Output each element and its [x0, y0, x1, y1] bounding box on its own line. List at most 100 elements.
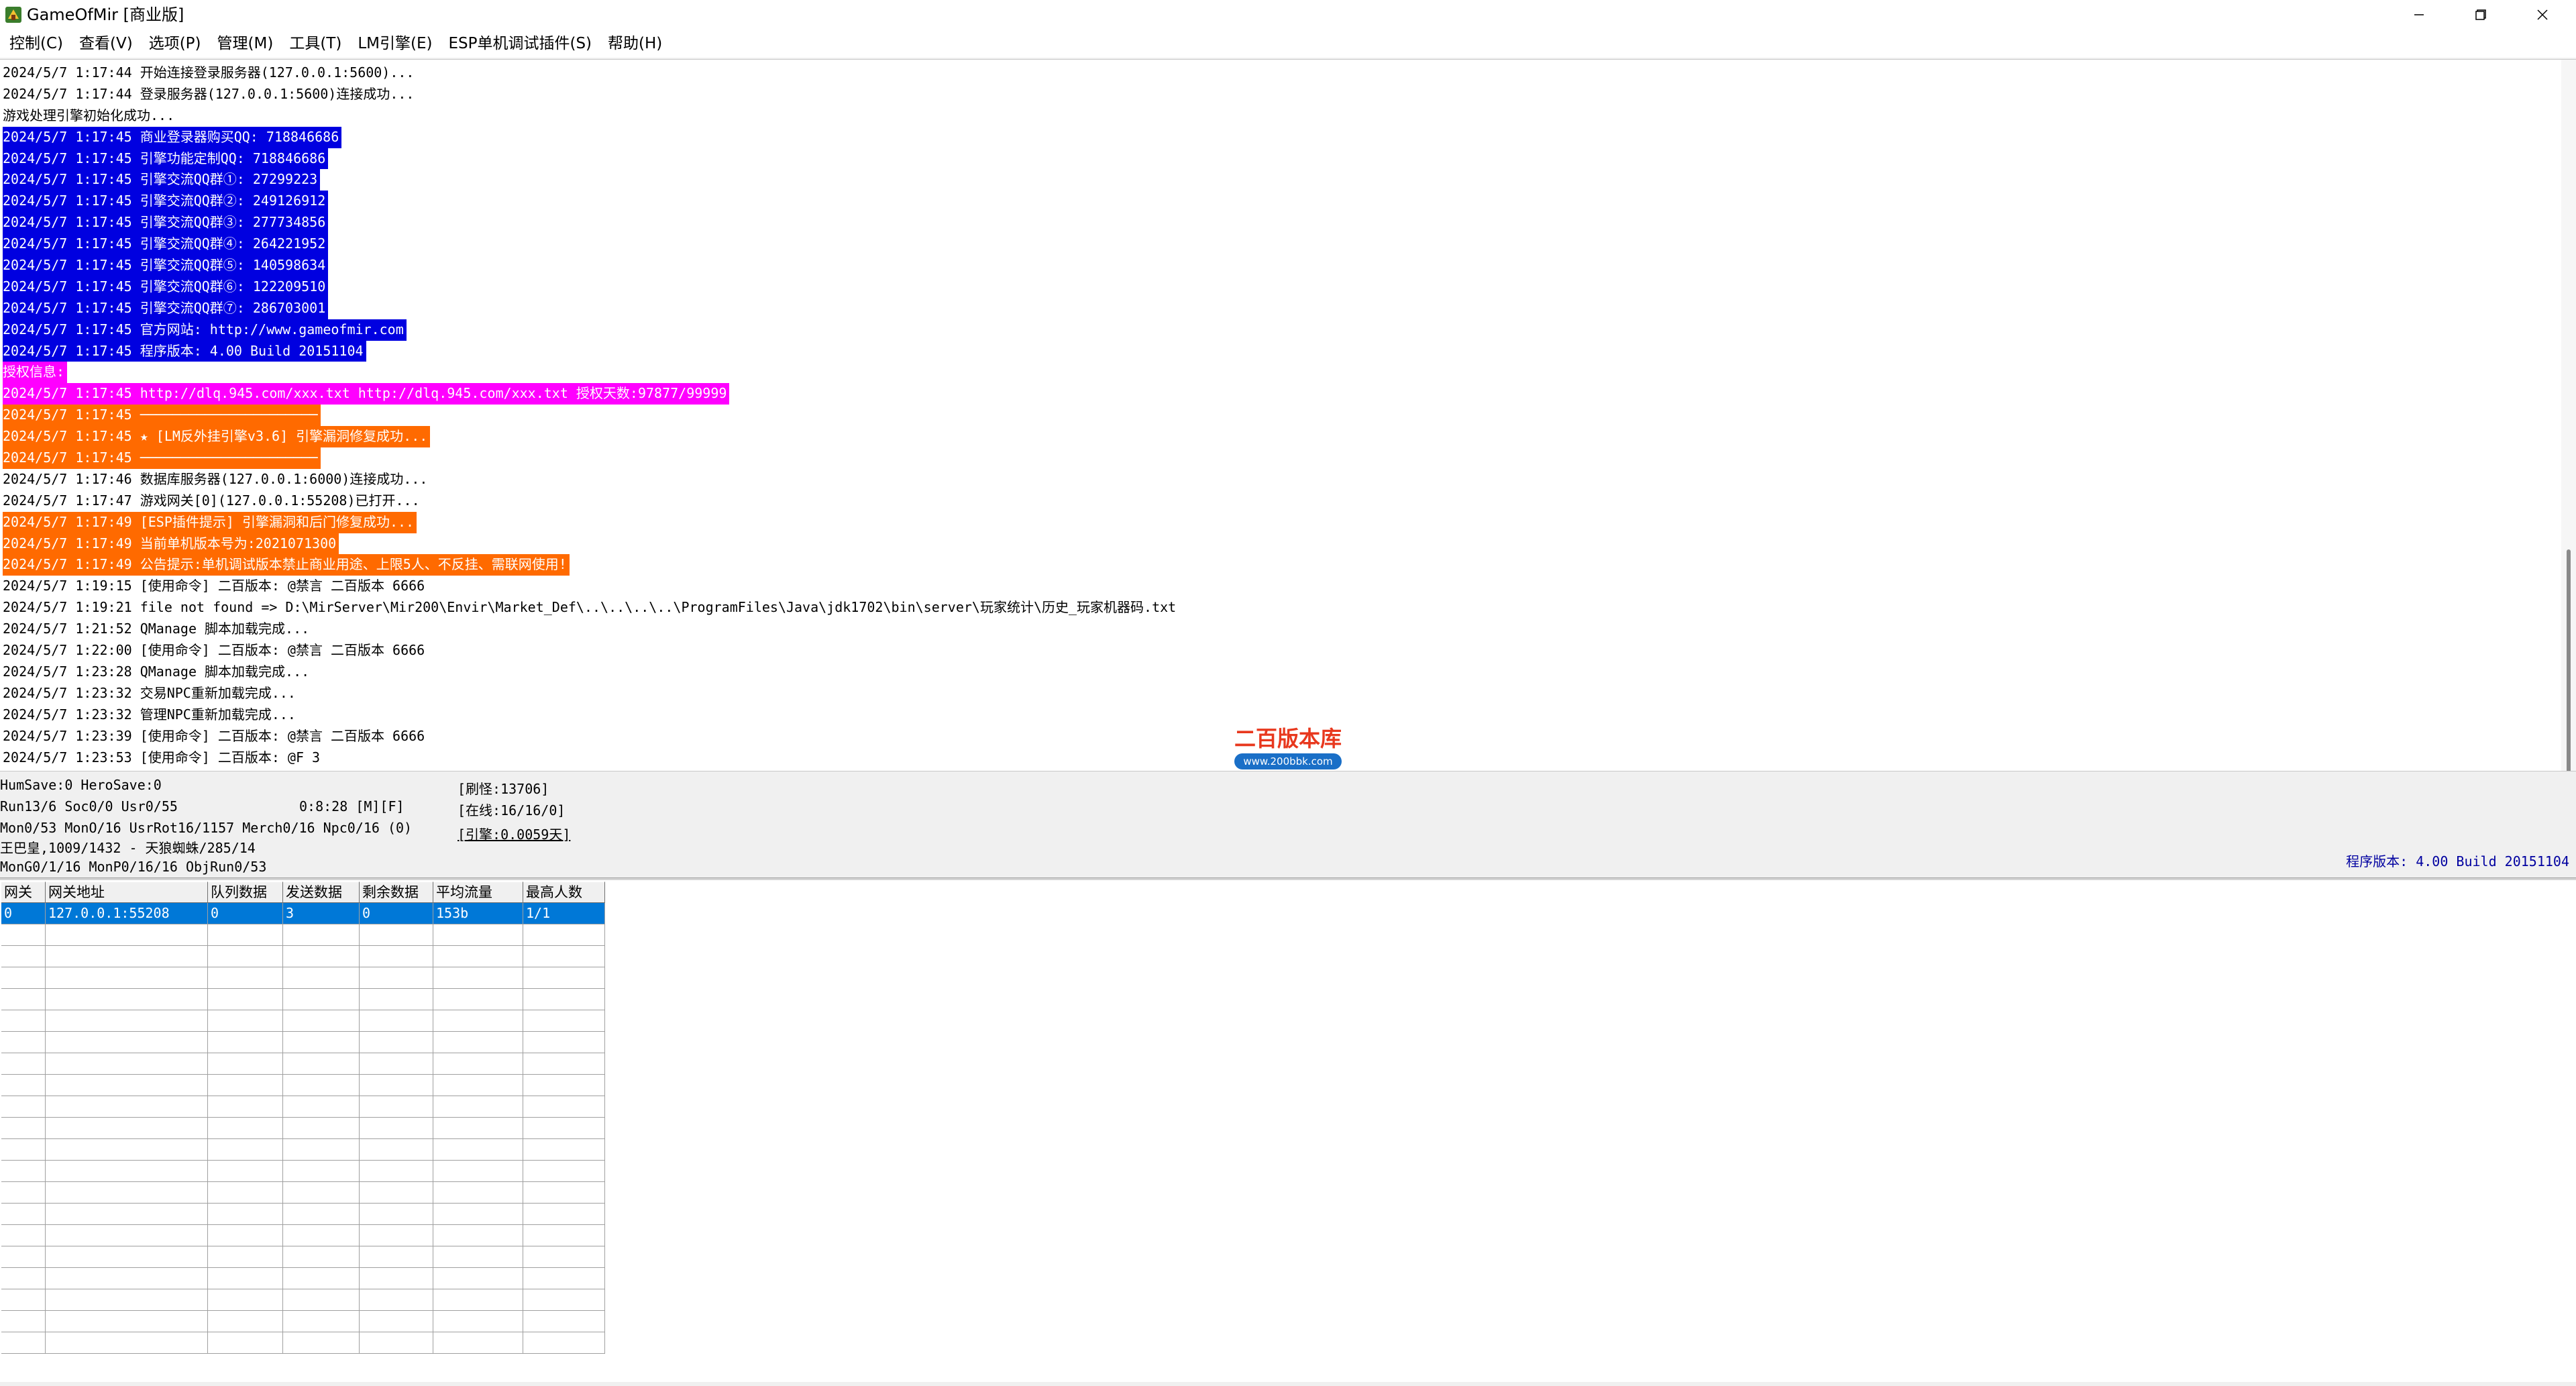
- menu-control[interactable]: 控制(C): [3, 30, 70, 57]
- empty-cell: [1, 1311, 46, 1332]
- log-line: 2024/5/7 1:23:28 QManage 脚本加载完成...: [3, 661, 2545, 683]
- menu-manage[interactable]: 管理(M): [211, 30, 280, 57]
- minimize-button[interactable]: [2388, 0, 2450, 30]
- log-line-text: 2024/5/7 1:19:15 [使用命令] 二百版本: @禁言 二百版本 6…: [3, 578, 425, 594]
- table-row[interactable]: [1, 1246, 605, 1268]
- log-line: 2024/5/7 1:17:45 ★ [LM反外挂引擎v3.6] 引擎漏洞修复成…: [3, 426, 2545, 448]
- header-gateway[interactable]: 网关: [1, 882, 46, 903]
- empty-cell: [283, 1161, 360, 1182]
- empty-cell: [208, 1075, 283, 1096]
- empty-cell: [208, 1246, 283, 1268]
- cell-gateway: 0: [1, 903, 46, 924]
- empty-cell: [283, 1096, 360, 1118]
- table-row[interactable]: [1, 1289, 605, 1311]
- header-remaining-data[interactable]: 剩余数据: [360, 882, 433, 903]
- empty-cell: [283, 946, 360, 967]
- log-line-text: 2024/5/7 1:17:44 开始连接登录服务器(127.0.0.1:560…: [3, 64, 415, 81]
- log-line: 2024/5/7 1:17:45 官方网站: http://www.gameof…: [3, 319, 2545, 341]
- empty-cell: [523, 1311, 605, 1332]
- empty-cell: [433, 924, 523, 946]
- empty-cell: [523, 1332, 605, 1354]
- log-line-text: 2024/5/7 1:17:45 引擎交流QQ群⑦: 286703001: [3, 297, 329, 319]
- table-row[interactable]: 0 127.0.0.1:55208 0 3 0 153b 1/1: [1, 903, 605, 924]
- table-row[interactable]: [1, 1096, 605, 1118]
- table-row[interactable]: [1, 1311, 605, 1332]
- empty-cell: [360, 1311, 433, 1332]
- empty-cell: [1, 1010, 46, 1032]
- table-row[interactable]: [1, 1204, 605, 1225]
- empty-cell: [360, 1289, 433, 1311]
- empty-cell: [283, 967, 360, 989]
- table-row[interactable]: [1, 1225, 605, 1246]
- table-row[interactable]: [1, 1161, 605, 1182]
- table-row[interactable]: [1, 924, 605, 946]
- log-line-text: 2024/5/7 1:23:32 管理NPC重新加载完成...: [3, 706, 296, 723]
- empty-cell: [46, 924, 208, 946]
- header-queue-data[interactable]: 队列数据: [208, 882, 283, 903]
- table-row[interactable]: [1, 1010, 605, 1032]
- run-status: Run13/6 Soc0/0 Usr0/55: [0, 798, 178, 814]
- empty-cell: [1, 967, 46, 989]
- menu-help[interactable]: 帮助(H): [601, 30, 669, 57]
- log-line: 2024/5/7 1:17:45 商业登录器购买QQ: 718846686: [3, 126, 2545, 148]
- log-scrollbar[interactable]: [2561, 60, 2576, 771]
- table-row[interactable]: [1, 1032, 605, 1053]
- empty-cell: [360, 1010, 433, 1032]
- empty-cell: [208, 1139, 283, 1161]
- empty-cell: [208, 1182, 283, 1204]
- empty-cell: [1, 1161, 46, 1182]
- log-line-text: 2024/5/7 1:17:49 公告提示:单机调试版本禁止商业用途、上限5人、…: [3, 554, 570, 576]
- menu-view[interactable]: 查看(V): [72, 30, 140, 57]
- table-row[interactable]: [1, 946, 605, 967]
- empty-cell: [46, 1311, 208, 1332]
- close-button[interactable]: [2512, 0, 2573, 30]
- menu-tools[interactable]: 工具(T): [282, 30, 348, 57]
- table-row[interactable]: [1, 989, 605, 1010]
- empty-cell: [433, 967, 523, 989]
- empty-cell: [208, 924, 283, 946]
- table-row[interactable]: [1, 1139, 605, 1161]
- empty-cell: [360, 1118, 433, 1139]
- menu-options[interactable]: 选项(P): [142, 30, 208, 57]
- table-row[interactable]: [1, 1182, 605, 1204]
- log-line: 2024/5/7 1:17:44 开始连接登录服务器(127.0.0.1:560…: [3, 62, 2545, 84]
- empty-cell: [360, 1161, 433, 1182]
- empty-cell: [46, 1075, 208, 1096]
- table-row[interactable]: [1, 1118, 605, 1139]
- table-row[interactable]: [1, 1053, 605, 1075]
- maximize-button[interactable]: [2450, 0, 2512, 30]
- empty-cell: [433, 1032, 523, 1053]
- log-line: 2024/5/7 1:17:45 ──────────────────────: [3, 405, 2545, 427]
- log-line: 2024/5/7 1:19:21 file not found => D:\Mi…: [3, 597, 2545, 619]
- header-gateway-address[interactable]: 网关地址: [46, 882, 208, 903]
- log-line: 2024/5/7 1:17:44 登录服务器(127.0.0.1:5600)连接…: [3, 84, 2545, 105]
- empty-cell: [46, 1204, 208, 1225]
- header-max-players[interactable]: 最高人数: [523, 882, 605, 903]
- log-scroll-thumb[interactable]: [2567, 549, 2571, 771]
- log-line-text: 2024/5/7 1:17:45 ──────────────────────: [3, 405, 321, 427]
- menu-lm-engine[interactable]: LM引擎(E): [351, 30, 439, 57]
- table-row[interactable]: [1, 967, 605, 989]
- log-panel[interactable]: 2024/5/7 1:17:44 开始连接登录服务器(127.0.0.1:560…: [0, 59, 2576, 771]
- header-sent-data[interactable]: 发送数据: [283, 882, 360, 903]
- engine-status-link[interactable]: [引擎:0.0059天]: [458, 825, 570, 844]
- header-avg-traffic[interactable]: 平均流量: [433, 882, 523, 903]
- empty-cell: [46, 1225, 208, 1246]
- log-line-text: 2024/5/7 1:17:45 ──────────────────────: [3, 447, 321, 469]
- empty-cell: [283, 1032, 360, 1053]
- window-title: GameOfMir [商业版]: [27, 5, 184, 24]
- empty-cell: [360, 1268, 433, 1289]
- log-line: 2024/5/7 1:17:49 [ESP插件提示] 引擎漏洞和后门修复成功..…: [3, 511, 2545, 533]
- table-row[interactable]: [1, 1268, 605, 1289]
- menu-esp-plugin[interactable]: ESP单机调试插件(S): [441, 30, 598, 57]
- table-row[interactable]: [1, 1075, 605, 1096]
- log-line-text: 2024/5/7 1:19:21 file not found => D:\Mi…: [3, 599, 1177, 616]
- empty-cell: [433, 989, 523, 1010]
- empty-cell: [283, 1010, 360, 1032]
- table-row[interactable]: [1, 1332, 605, 1354]
- log-line-text: 游戏处理引擎初始化成功...: [3, 107, 175, 123]
- empty-cell: [360, 1246, 433, 1268]
- empty-cell: [523, 1053, 605, 1075]
- empty-cell: [46, 1161, 208, 1182]
- title-bar[interactable]: GameOfMir [商业版]: [0, 0, 2576, 30]
